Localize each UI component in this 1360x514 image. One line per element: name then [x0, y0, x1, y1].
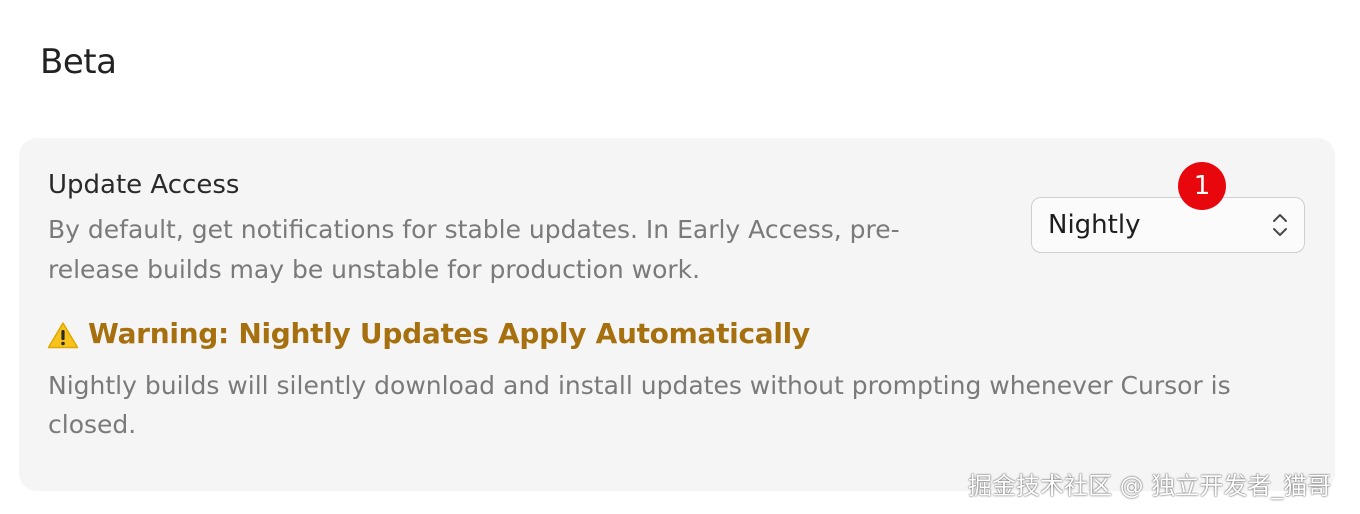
select-value: Nightly: [1048, 210, 1141, 240]
section-title: Beta: [40, 42, 117, 82]
setting-title: Update Access: [48, 170, 240, 200]
watermark: 掘金技术社区 @ 独立开发者_猫哥: [968, 472, 1332, 500]
chevron-updown-icon: [1273, 214, 1287, 236]
notification-badge: 1: [1178, 162, 1226, 210]
warning-icon: [47, 322, 79, 349]
setting-description: By default, get notifications for stable…: [48, 215, 900, 284]
warning-description: Nightly builds will silently download an…: [48, 371, 1231, 439]
update-access-select[interactable]: Nightly: [1031, 197, 1305, 253]
warning-title: Warning: Nightly Updates Apply Automatic…: [88, 317, 810, 350]
